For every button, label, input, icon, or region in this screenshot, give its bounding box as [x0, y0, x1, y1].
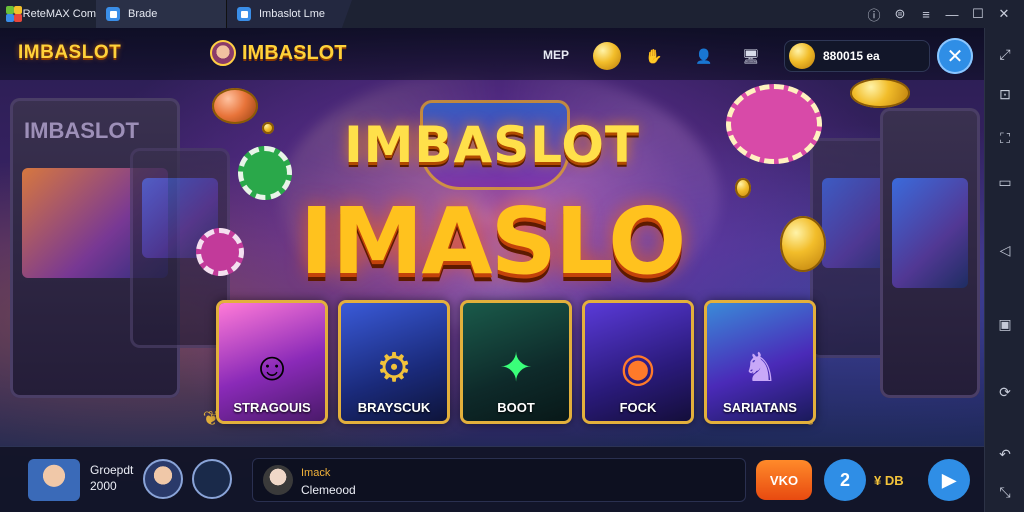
card-label: BRAYSCUK	[357, 400, 431, 415]
tab-game-label: Imbaslot Lme	[259, 8, 326, 20]
balance-coin-icon	[789, 43, 815, 69]
rotate-icon[interactable]: ⟳	[993, 380, 1017, 404]
tab-game[interactable]: Imbaslot Lme	[226, 0, 352, 28]
player-score: 2000	[90, 479, 117, 493]
right-sidebar: ⤢ ⊡ ⛶ ▭ ◁ ▣ ⟳ ↶ ⤡	[984, 28, 1024, 512]
screenshot-icon[interactable]: ⊡	[993, 82, 1017, 106]
game-viewport[interactable]: IMBASLOT IMBASLOT IMBASLOT MEP ✋ 👤 🖥 880…	[0, 28, 984, 512]
help-icon[interactable]: ⓘ	[862, 2, 886, 26]
back-icon[interactable]: ↶	[993, 442, 1017, 466]
circle-button[interactable]: 2	[824, 459, 866, 501]
balance-value: 880015 ea	[823, 49, 880, 63]
mascot-icon	[210, 40, 236, 66]
card-label: STRAGOUIS	[233, 400, 311, 415]
card-label: BOOT	[497, 400, 535, 415]
game-top-bar: IMBASLOT IMBASLOT MEP ✋ 👤 🖥 880015 ea ✕	[0, 28, 984, 80]
window-controls: ⓘ ⊜ ≡ — ☐ ✕	[862, 0, 1024, 28]
golden-armor-icon: ⚙	[376, 346, 412, 390]
keyboard-icon[interactable]: ◁	[993, 238, 1017, 262]
game-tab-icon	[237, 7, 251, 21]
game-card[interactable]: ♞ SARIATANS	[704, 300, 816, 424]
media-icon[interactable]: ▣	[993, 312, 1017, 336]
game-title-line2: IMASLO	[299, 188, 687, 295]
chat-box[interactable]: Imack Clemeood	[252, 458, 746, 502]
game-logo: IMBASLOT	[18, 42, 122, 63]
resize-icon[interactable]: ⛶	[993, 126, 1017, 150]
brand-name: ReteMAX Com	[22, 8, 96, 20]
top-label: MEP	[543, 48, 570, 62]
window-icon[interactable]: ▭	[993, 170, 1017, 194]
app-window: ReteMAX Com Brade Imbaslot Lme ⓘ ⊜ ≡ — ☐…	[0, 0, 1024, 512]
close-icon[interactable]: ✕	[992, 2, 1016, 26]
reward-label: ¥ DB	[874, 473, 904, 488]
card-label: SARIATANS	[723, 400, 797, 415]
brand: ReteMAX Com	[0, 0, 96, 28]
hero-icon: ☺	[251, 345, 293, 389]
coin-balance: 880015 ea	[784, 40, 930, 72]
coin-icon	[850, 78, 910, 108]
game-logo-center-text: IMBASLOT	[242, 41, 347, 64]
play-icon[interactable]: ▶	[928, 459, 970, 501]
hand-coin-icon[interactable]: ✋	[640, 42, 668, 70]
title-bar: ReteMAX Com Brade Imbaslot Lme ⓘ ⊜ ≡ — ☐…	[0, 0, 1024, 28]
game-logo-center: IMBASLOT	[210, 40, 346, 66]
game-card[interactable]: ◉ FOCK	[582, 300, 694, 424]
menu-icon[interactable]: ≡	[914, 2, 938, 26]
bluestacks-logo-icon	[6, 6, 22, 22]
home-tab-icon	[106, 7, 120, 21]
player-avatar[interactable]	[28, 459, 80, 501]
coin-reward-icon[interactable]	[593, 42, 621, 70]
maximize-icon[interactable]: ☐	[966, 2, 990, 26]
card-label: FOCK	[619, 400, 657, 415]
settings-icon[interactable]: ⊜	[888, 2, 912, 26]
tab-home-label: Brade	[128, 8, 158, 20]
user-icon[interactable]: 👤	[690, 42, 718, 70]
friend-avatar[interactable]	[143, 459, 183, 499]
game-bottom-bar: Groepdt 2000 Imack Clemeood VKO 2 ¥ DB ▶	[0, 446, 984, 512]
close-game-button[interactable]: ✕	[937, 38, 973, 74]
fullscreen-icon[interactable]: ⤡	[993, 480, 1017, 504]
chat-avatar	[263, 465, 293, 495]
vip-button[interactable]: VKO	[756, 460, 812, 500]
minimize-icon[interactable]: —	[940, 2, 964, 26]
chat-message: Clemeood	[301, 483, 356, 497]
game-title-line1: IMBASLOT	[344, 116, 640, 174]
game-card[interactable]: ☺ STRAGOUIS	[216, 300, 328, 424]
chat-sender: Imack	[301, 467, 331, 479]
game-card[interactable]: ✦ BOOT	[460, 300, 572, 424]
monitor-icon[interactable]: 🖥	[737, 42, 765, 70]
rhino-icon: ♞	[742, 346, 778, 390]
green-gem-icon: ✦	[499, 346, 533, 390]
tab-home[interactable]: Brade	[96, 0, 226, 28]
player-name: Groepdt	[90, 463, 134, 477]
game-card[interactable]: ⚙ BRAYSCUK	[338, 300, 450, 424]
expand-icon[interactable]: ⤢	[993, 42, 1017, 66]
fire-coin-icon: ◉	[620, 346, 656, 390]
game-card-row: ☺ STRAGOUIS ⚙ BRAYSCUK ✦ BOOT ◉ FOCK ♞ S…	[216, 300, 816, 424]
vehicle-avatar-icon[interactable]	[192, 459, 232, 499]
